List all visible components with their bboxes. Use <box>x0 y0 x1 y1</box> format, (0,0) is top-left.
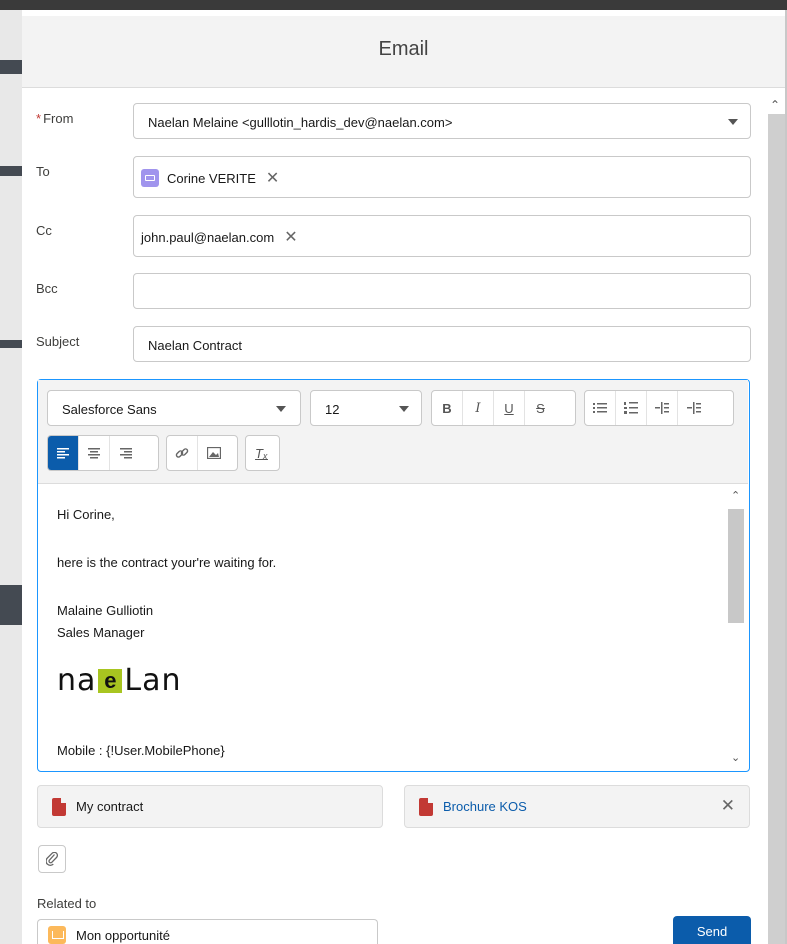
background-top-bar <box>0 0 787 10</box>
strikethrough-icon[interactable]: S <box>525 391 556 425</box>
scroll-up-icon[interactable]: ⌃ <box>770 98 780 112</box>
clear-format-group: Tₓ <box>245 435 280 471</box>
numbered-list-icon[interactable] <box>616 391 647 425</box>
align-right-icon[interactable] <box>110 436 141 470</box>
editor-scrollbar[interactable]: ⌃ ⌄ <box>726 485 746 770</box>
opportunity-icon <box>48 926 66 944</box>
modal-title: Email <box>378 38 429 60</box>
to-recipient-name: Corine VERITE <box>167 170 256 186</box>
align-left-icon[interactable] <box>48 436 79 470</box>
cc-recipient-pill[interactable]: john.paul@naelan.com ✕ <box>141 224 298 250</box>
send-button[interactable]: Send <box>673 916 751 944</box>
attach-file-button[interactable] <box>38 845 66 873</box>
signature-title: Sales Manager <box>57 625 145 640</box>
to-field[interactable]: Corine VERITE ✕ <box>133 156 751 198</box>
related-to-label: Related to <box>37 896 97 911</box>
insert-group <box>166 435 238 471</box>
pdf-file-icon <box>419 798 433 816</box>
align-center-icon[interactable] <box>79 436 110 470</box>
scroll-up-icon[interactable]: ⌃ <box>731 489 740 502</box>
from-label: * From <box>36 111 74 126</box>
cc-recipient-email: john.paul@naelan.com <box>141 229 275 245</box>
scroll-thumb[interactable] <box>728 509 744 623</box>
to-label: To <box>36 164 50 179</box>
bulleted-list-icon[interactable] <box>585 391 616 425</box>
underline-icon[interactable]: U <box>494 391 525 425</box>
paperclip-icon <box>46 852 58 866</box>
font-size-select[interactable]: 12 <box>310 390 422 426</box>
link-icon[interactable] <box>167 436 198 470</box>
modal-scrollbar[interactable]: ⌃ <box>766 98 785 944</box>
bcc-field[interactable] <box>133 273 751 309</box>
chevron-down-icon <box>399 406 409 412</box>
chevron-down-icon <box>276 406 286 412</box>
attachment-item[interactable]: My contract <box>37 785 383 828</box>
subject-input[interactable]: Naelan Contract <box>133 326 751 362</box>
remove-attachment-icon[interactable]: ✕ <box>721 796 735 816</box>
subject-label: Subject <box>36 334 80 349</box>
remove-recipient-icon[interactable]: ✕ <box>266 168 279 188</box>
scroll-track[interactable] <box>768 114 785 944</box>
from-value: Naelan Melaine <gulllotin_hardis_dev@nae… <box>148 115 453 130</box>
attachment-item[interactable]: Brochure KOS ✕ <box>404 785 750 828</box>
signature-name: Malaine Gulliotin <box>57 603 154 618</box>
email-body[interactable]: Hi Corine, here is the contract your're … <box>38 485 748 770</box>
contact-icon <box>141 169 159 187</box>
image-icon[interactable] <box>198 436 229 470</box>
scroll-down-icon[interactable]: ⌄ <box>731 751 740 764</box>
clear-format-icon[interactable]: Tₓ <box>246 436 277 470</box>
font-size-value: 12 <box>325 402 340 417</box>
email-modal: Email ⌃ * From Naelan Melaine <gulllotin_… <box>22 16 785 944</box>
list-format-group <box>584 390 734 426</box>
attachment-name: My contract <box>76 799 144 814</box>
related-to-field[interactable]: Mon opportunité <box>37 919 378 944</box>
attachment-name[interactable]: Brochure KOS <box>443 799 527 814</box>
italic-icon[interactable]: I <box>463 391 494 425</box>
cc-field[interactable]: john.paul@naelan.com ✕ <box>133 215 751 257</box>
font-family-value: Salesforce Sans <box>62 402 157 417</box>
text-format-group: B I U S <box>431 390 576 426</box>
body-message: here is the contract your're waiting for… <box>57 555 277 570</box>
outdent-icon[interactable] <box>678 391 709 425</box>
font-family-select[interactable]: Salesforce Sans <box>47 390 301 426</box>
editor-toolbar: Salesforce Sans 12 B I U S Tₓ <box>38 380 748 484</box>
subject-value: Naelan Contract <box>148 338 242 353</box>
signature-mobile: Mobile : {!User.MobilePhone} <box>57 743 225 758</box>
remove-recipient-icon[interactable]: ✕ <box>284 227 297 247</box>
alignment-group <box>47 435 159 471</box>
indent-icon[interactable] <box>647 391 678 425</box>
background-left-panel <box>0 10 22 944</box>
naelan-logo: na e Lan <box>57 663 182 698</box>
chevron-down-icon <box>728 119 738 125</box>
body-greeting: Hi Corine, <box>57 507 115 522</box>
from-select[interactable]: Naelan Melaine <gulllotin_hardis_dev@nae… <box>133 103 751 139</box>
bold-icon[interactable]: B <box>432 391 463 425</box>
bcc-label: Bcc <box>36 281 58 296</box>
cc-label: Cc <box>36 223 52 238</box>
rich-text-editor[interactable]: Salesforce Sans 12 B I U S Tₓ Hi Corine,… <box>37 379 750 772</box>
related-to-value: Mon opportunité <box>76 928 170 943</box>
to-recipient-pill[interactable]: Corine VERITE ✕ <box>141 165 279 191</box>
modal-header: Email <box>22 16 785 88</box>
pdf-file-icon <box>52 798 66 816</box>
